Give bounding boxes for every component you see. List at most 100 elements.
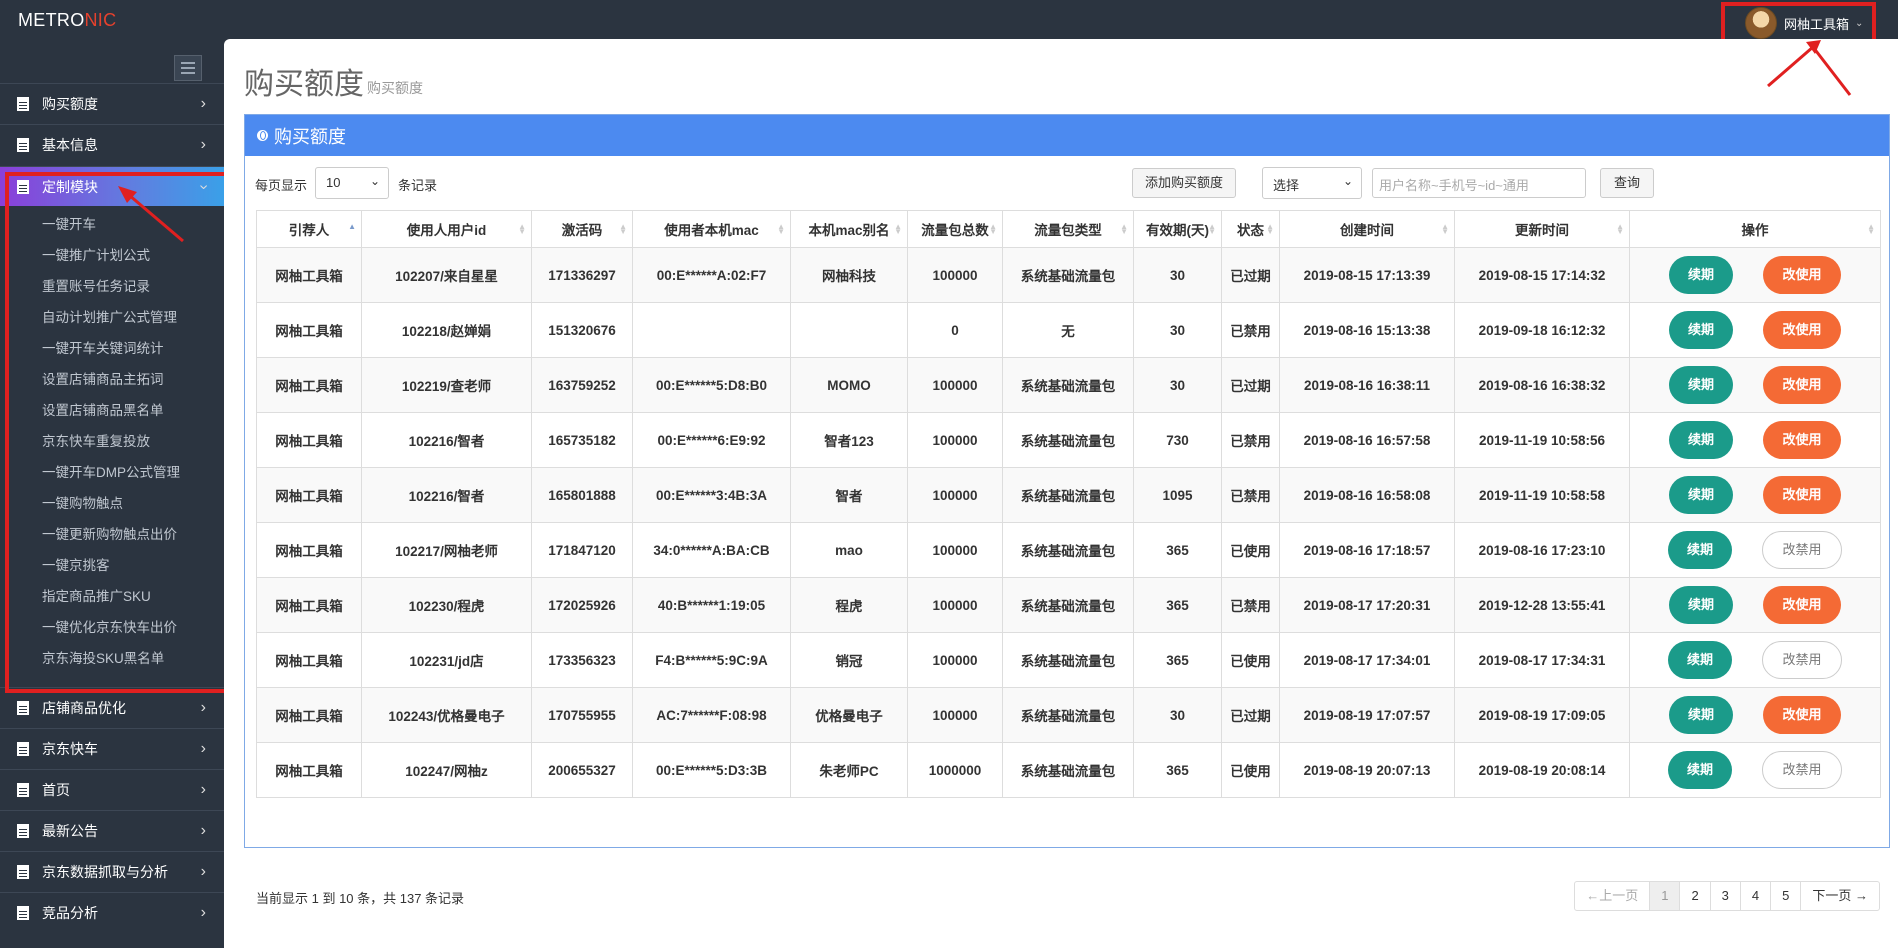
set-enabled-button[interactable]: 改使用 <box>1763 366 1841 404</box>
renew-button[interactable]: 续期 <box>1669 256 1733 294</box>
cell-user: 102217/网柚老师 <box>361 522 532 578</box>
column-header-label: 本机mac别名 <box>808 223 890 238</box>
column-header[interactable]: 本机mac别名 ▲ ▼ <box>790 210 908 248</box>
action-group: 续期 改使用 <box>1630 696 1880 734</box>
column-header[interactable]: 更新时间 ▲ ▼ <box>1454 210 1630 248</box>
sort-icon: ▲ ▼ <box>1120 222 1128 236</box>
add-quota-button[interactable]: 添加购买额度 <box>1132 168 1236 198</box>
cell-actions: 续期 改使用 <box>1629 577 1881 633</box>
column-header[interactable]: 操作 ▲ ▼ <box>1629 210 1881 248</box>
user-name: 网柚工具箱 <box>1784 16 1850 32</box>
sidebar-item[interactable]: 京东快车 › <box>0 728 224 768</box>
page-number-button[interactable]: 5 <box>1770 882 1800 910</box>
cell-code: 165801888 <box>531 467 633 523</box>
cell-created: 2019-08-19 17:07:57 <box>1279 687 1455 743</box>
cell-type: 系统基础流量包 <box>1002 247 1134 303</box>
cell-updated: 2019-08-15 17:14:32 <box>1454 247 1630 303</box>
cell-status: 已禁用 <box>1221 467 1280 523</box>
cell-updated: 2019-11-19 10:58:58 <box>1454 467 1630 523</box>
cell-total: 100000 <box>907 467 1003 523</box>
set-disabled-button[interactable]: 改禁用 <box>1762 751 1842 789</box>
cell-created: 2019-08-16 16:58:08 <box>1279 467 1455 523</box>
search-input[interactable]: 用户名称~手机号~id~通用 <box>1372 168 1586 198</box>
renew-button[interactable]: 续期 <box>1668 641 1732 679</box>
highlight-box-sidebar <box>5 172 237 693</box>
cell-days: 365 <box>1133 632 1222 688</box>
document-icon <box>17 741 29 756</box>
renew-button[interactable]: 续期 <box>1669 476 1733 514</box>
sidebar-toggle-icon[interactable] <box>174 55 202 81</box>
cell-total: 0 <box>907 302 1003 358</box>
cell-created: 2019-08-16 16:57:58 <box>1279 412 1455 468</box>
chevron-right-icon: › <box>200 863 206 880</box>
set-enabled-button[interactable]: 改使用 <box>1763 476 1841 514</box>
column-header-label: 有效期(天) <box>1146 223 1209 238</box>
sidebar-item[interactable]: 竞品分析 › <box>0 892 224 932</box>
column-header[interactable]: 创建时间 ▲ ▼ <box>1279 210 1455 248</box>
page-number-button[interactable]: 3 <box>1709 882 1740 910</box>
cell-actions: 续期 改使用 <box>1629 247 1881 303</box>
renew-button[interactable]: 续期 <box>1668 531 1732 569</box>
renew-button[interactable]: 续期 <box>1669 366 1733 404</box>
cell-referrer: 网柚工具箱 <box>256 302 362 358</box>
user-menu[interactable]: 网柚工具箱 ⌄ <box>1721 2 1876 44</box>
renew-button[interactable]: 续期 <box>1669 311 1733 349</box>
renew-button[interactable]: 续期 <box>1668 751 1732 789</box>
cell-total: 100000 <box>907 632 1003 688</box>
column-header[interactable]: 状态 ▲ ▼ <box>1221 210 1280 248</box>
cell-mac: AC:7******F:08:98 <box>632 687 791 743</box>
column-header[interactable]: 使用人用户id ▲ ▼ <box>361 210 532 248</box>
cell-updated: 2019-09-18 16:12:32 <box>1454 302 1630 358</box>
sidebar-item[interactable]: 购买额度 › <box>0 83 224 123</box>
column-header[interactable]: 流量包总数 ▲ ▼ <box>907 210 1003 248</box>
column-header[interactable]: 激活码 ▲ ▼ <box>531 210 633 248</box>
table-row: 网柚工具箱 102231/jd店 173356323 F4:B******5:9C:9… <box>256 632 1881 688</box>
page-number-button[interactable]: 4 <box>1739 882 1770 910</box>
cell-type: 系统基础流量包 <box>1002 632 1134 688</box>
cell-mac: 34:0******A:BA:CB <box>632 522 791 578</box>
action-group: 续期 改禁用 <box>1630 641 1880 679</box>
column-header-label: 更新时间 <box>1515 223 1569 238</box>
set-enabled-button[interactable]: 改使用 <box>1763 696 1841 734</box>
cell-code: 171847120 <box>531 522 633 578</box>
column-header-label: 使用人用户id <box>406 223 487 238</box>
cell-user: 102218/赵婵娟 <box>361 302 532 358</box>
cell-updated: 2019-12-28 13:55:41 <box>1454 577 1630 633</box>
column-header[interactable]: 有效期(天) ▲ ▼ <box>1133 210 1222 248</box>
sidebar-item[interactable]: 最新公告 › <box>0 810 224 850</box>
set-enabled-button[interactable]: 改使用 <box>1763 311 1841 349</box>
renew-button[interactable]: 续期 <box>1669 696 1733 734</box>
column-header[interactable]: 流量包类型 ▲ ▼ <box>1002 210 1134 248</box>
set-disabled-button[interactable]: 改禁用 <box>1762 641 1842 679</box>
cell-mac: 40:B******1:19:05 <box>632 577 791 633</box>
set-enabled-button[interactable]: 改使用 <box>1763 586 1841 624</box>
sidebar-item[interactable]: 首页 › <box>0 769 224 809</box>
next-page-button[interactable]: 下一页 → <box>1800 882 1879 910</box>
page-number-button[interactable]: 2 <box>1679 882 1709 910</box>
cell-updated: 2019-08-19 17:09:05 <box>1454 687 1630 743</box>
page-number-button[interactable]: 1 <box>1649 882 1680 910</box>
column-header-label: 激活码 <box>561 223 603 238</box>
cell-updated: 2019-11-19 10:58:56 <box>1454 412 1630 468</box>
renew-button[interactable]: 续期 <box>1669 586 1733 624</box>
cell-referrer: 网柚工具箱 <box>256 522 362 578</box>
sidebar-item[interactable]: 店铺商品优化 › <box>0 687 224 727</box>
cell-user: 102207/来自星星 <box>361 247 532 303</box>
sidebar-item-label: 京东数据抓取与分析 <box>42 863 168 880</box>
column-header[interactable]: 引荐人 ▲ <box>256 210 362 248</box>
logo[interactable]: METRONIC <box>18 10 116 31</box>
renew-button[interactable]: 续期 <box>1669 421 1733 459</box>
sidebar-item[interactable]: 京东数据抓取与分析 › <box>0 851 224 891</box>
sort-icon: ▲ <box>348 222 356 231</box>
column-header-label: 使用者本机mac <box>664 223 759 238</box>
sidebar-item[interactable]: 基本信息 › <box>0 124 224 164</box>
portlet-header: 购买额度 <box>245 115 1889 156</box>
column-header[interactable]: 使用者本机mac ▲ ▼ <box>632 210 791 248</box>
query-button[interactable]: 查询 <box>1600 168 1654 198</box>
page-size-select[interactable]: 10 ⌄ <box>315 167 389 199</box>
prev-page-button[interactable]: ←上一页 <box>1575 882 1649 910</box>
set-enabled-button[interactable]: 改使用 <box>1763 421 1841 459</box>
set-enabled-button[interactable]: 改使用 <box>1763 256 1841 294</box>
set-disabled-button[interactable]: 改禁用 <box>1762 531 1842 569</box>
filter-select[interactable]: 选择 ⌄ <box>1262 167 1362 199</box>
